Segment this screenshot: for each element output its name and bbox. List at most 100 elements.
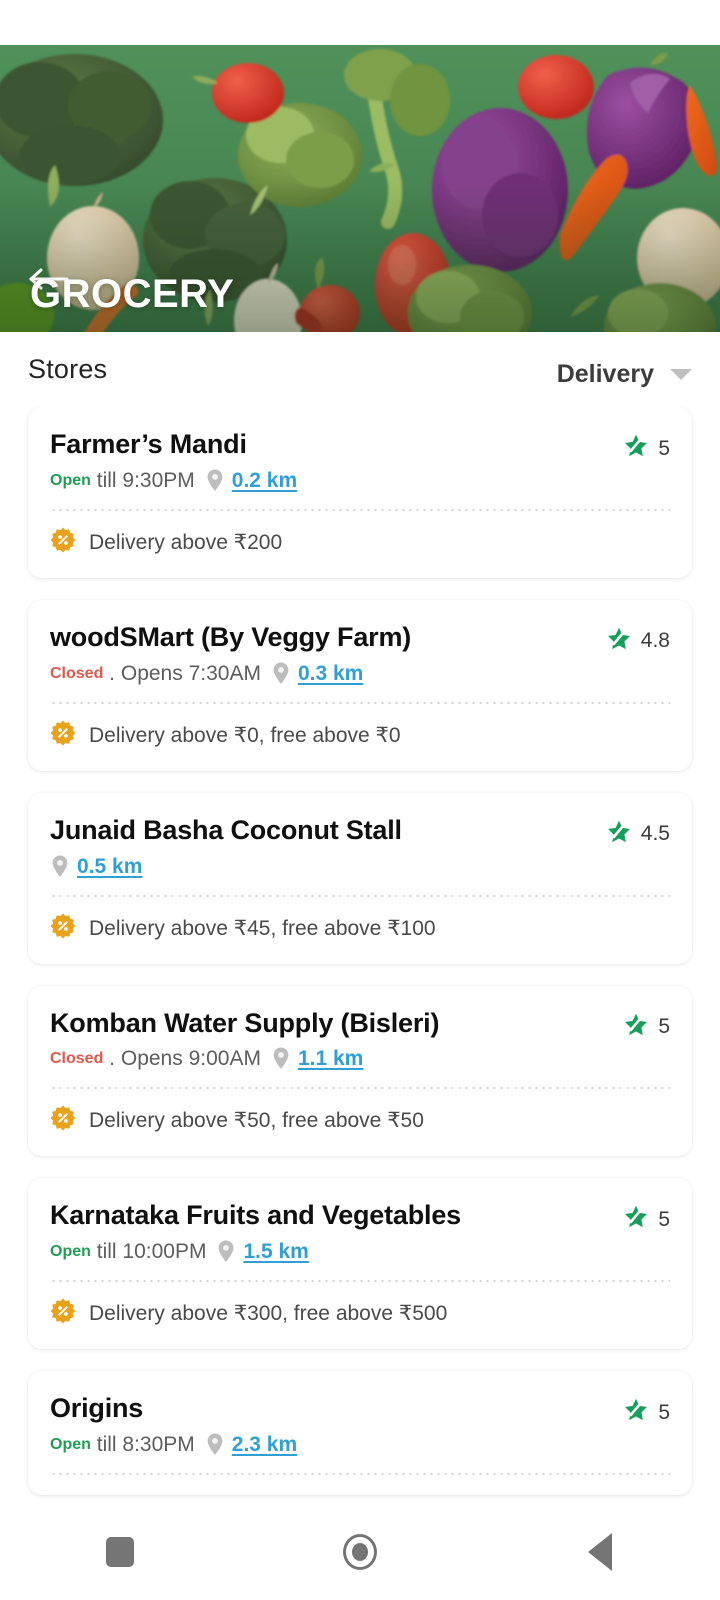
percent-badge-icon xyxy=(50,720,76,751)
store-card[interactable]: woodSMart (By Veggy Farm) Closed . Opens … xyxy=(28,599,692,771)
store-offer-row: Delivery above ₹0, free above ₹0 xyxy=(50,720,670,751)
store-list-scroll[interactable]: Farmer’s Mandi Open till 9:30PM 0.2 km 5 Del… xyxy=(0,407,720,1504)
store-info: Karnataka Fruits and Vegetables Open till… xyxy=(50,1200,623,1265)
triangle-back-icon[interactable] xyxy=(540,1504,660,1600)
store-distance-link[interactable]: 2.3 km xyxy=(232,1433,297,1457)
stores-heading: Stores xyxy=(28,354,108,384)
store-card[interactable]: Junaid Basha Coconut Stall 0.5 km 4.5 Deliv… xyxy=(28,792,692,964)
store-offer-text: Delivery above ₹50, free above ₹50 xyxy=(89,1109,424,1133)
store-status: Open xyxy=(50,471,91,489)
star-slash-icon xyxy=(606,626,632,657)
card-divider xyxy=(50,1087,670,1090)
store-card-top: Junaid Basha Coconut Stall 0.5 km 4.5 xyxy=(50,815,670,880)
store-rating: 5 xyxy=(623,1200,670,1235)
store-rating-value: 5 xyxy=(658,1207,670,1231)
status-bar xyxy=(0,0,720,45)
store-rating-value: 4.8 xyxy=(640,629,670,653)
app-root: GROCERY Stores Delivery Farmer’s Mandi Op… xyxy=(0,0,720,1600)
store-card[interactable]: Karnataka Fruits and Vegetables Open till… xyxy=(28,1178,692,1350)
store-offer-text: Delivery above ₹0, free above ₹0 xyxy=(89,723,401,747)
star-slash-icon xyxy=(623,433,649,464)
hero-banner: GROCERY xyxy=(0,45,720,332)
location-pin-icon xyxy=(271,1046,291,1072)
store-info: Origins Open till 8:30PM 2.3 km xyxy=(50,1393,623,1458)
store-meta-row: 0.5 km xyxy=(50,854,596,880)
store-meta-separator: . xyxy=(103,1047,121,1071)
star-slash-icon xyxy=(623,1012,649,1043)
store-rating-value: 5 xyxy=(658,1015,670,1039)
store-card-top: Farmer’s Mandi Open till 9:30PM 0.2 km 5 xyxy=(50,429,670,494)
delivery-mode-label: Delivery xyxy=(556,360,654,388)
store-meta-row: Open till 9:30PM 0.2 km xyxy=(50,468,613,494)
store-offer-row: Delivery above ₹45, free above ₹100 xyxy=(50,913,670,944)
store-card-top: Karnataka Fruits and Vegetables Open till… xyxy=(50,1200,670,1265)
store-rating: 4.8 xyxy=(606,622,670,657)
store-meta-row: Closed . Opens 9:00AM 1.1 km xyxy=(50,1046,613,1072)
store-name: Komban Water Supply (Bisleri) xyxy=(50,1007,440,1038)
card-divider xyxy=(50,1280,670,1283)
chevron-down-icon xyxy=(670,369,692,380)
store-status: Open xyxy=(50,1436,91,1454)
store-offer-text: Delivery above ₹200 xyxy=(89,530,283,554)
store-hours: till 9:30PM xyxy=(96,468,195,492)
store-meta-separator: . xyxy=(103,661,121,685)
store-info: Farmer’s Mandi Open till 9:30PM 0.2 km xyxy=(50,429,623,494)
store-hours: till 8:30PM xyxy=(96,1433,195,1457)
store-card[interactable]: Farmer’s Mandi Open till 9:30PM 0.2 km 5 Del… xyxy=(28,407,692,578)
location-pin-icon xyxy=(216,1239,236,1265)
store-card-top: Komban Water Supply (Bisleri) Closed . Op… xyxy=(50,1008,670,1073)
store-status: Open xyxy=(50,1243,91,1261)
percent-badge-icon xyxy=(50,1105,76,1136)
android-navigation-bar xyxy=(0,1504,720,1600)
store-list: Farmer’s Mandi Open till 9:30PM 0.2 km 5 Del… xyxy=(0,407,720,1496)
store-meta-row: Open till 8:30PM 2.3 km xyxy=(50,1432,613,1458)
store-meta-row: Closed . Opens 7:30AM 0.3 km xyxy=(50,661,596,687)
card-divider xyxy=(50,1473,670,1476)
store-rating-value: 4.5 xyxy=(640,822,670,846)
store-rating: 4.5 xyxy=(606,815,670,850)
store-info: Komban Water Supply (Bisleri) Closed . Op… xyxy=(50,1008,623,1073)
store-offer-text: Delivery above ₹300, free above ₹500 xyxy=(89,1302,448,1326)
page-title: GROCERY xyxy=(30,272,235,316)
square-recents-icon[interactable] xyxy=(60,1504,180,1600)
card-divider xyxy=(50,508,670,511)
percent-badge-icon xyxy=(50,1298,76,1329)
store-hours: till 10:00PM xyxy=(96,1240,207,1264)
store-status: Closed xyxy=(50,664,104,682)
delivery-mode-dropdown[interactable]: Delivery xyxy=(557,350,692,389)
store-distance-link[interactable]: 0.5 km xyxy=(77,855,142,879)
store-offer-row: Delivery above ₹300, free above ₹500 xyxy=(50,1298,670,1329)
store-offer-row: Delivery above ₹50, free above ₹50 xyxy=(50,1105,670,1136)
store-card[interactable]: Komban Water Supply (Bisleri) Closed . Op… xyxy=(28,985,692,1157)
percent-badge-icon xyxy=(50,527,76,558)
store-name: Origins xyxy=(50,1393,144,1424)
store-distance-link[interactable]: 1.5 km xyxy=(243,1240,308,1264)
star-slash-icon xyxy=(623,1397,649,1428)
store-rating-value: 5 xyxy=(658,436,670,460)
location-pin-icon xyxy=(205,468,225,494)
star-slash-icon xyxy=(623,1204,649,1235)
location-pin-icon xyxy=(50,854,70,880)
location-pin-icon xyxy=(271,661,291,687)
store-name: Karnataka Fruits and Vegetables xyxy=(50,1200,461,1231)
circle-home-icon[interactable] xyxy=(300,1504,420,1600)
store-hours: Opens 9:00AM xyxy=(120,1047,261,1071)
card-divider xyxy=(50,701,670,704)
store-rating-value: 5 xyxy=(658,1400,670,1424)
store-card-top: woodSMart (By Veggy Farm) Closed . Opens … xyxy=(50,622,670,687)
star-slash-icon xyxy=(606,819,632,850)
store-distance-link[interactable]: 0.3 km xyxy=(298,662,363,686)
card-divider xyxy=(50,894,670,897)
store-hours: Opens 7:30AM xyxy=(120,661,261,685)
percent-badge-icon xyxy=(50,913,76,944)
store-distance-link[interactable]: 1.1 km xyxy=(298,1047,363,1071)
store-status: Closed xyxy=(50,1050,104,1068)
store-info: woodSMart (By Veggy Farm) Closed . Opens … xyxy=(50,622,606,687)
store-rating: 5 xyxy=(623,429,670,464)
store-distance-link[interactable]: 0.2 km xyxy=(232,469,297,493)
store-offer-row: Delivery above ₹200 xyxy=(50,527,670,558)
store-info: Junaid Basha Coconut Stall 0.5 km xyxy=(50,815,606,880)
location-pin-icon xyxy=(205,1432,225,1458)
section-header: Stores Delivery xyxy=(0,332,720,407)
store-card[interactable]: Origins Open till 8:30PM 2.3 km 5 xyxy=(28,1371,692,1496)
